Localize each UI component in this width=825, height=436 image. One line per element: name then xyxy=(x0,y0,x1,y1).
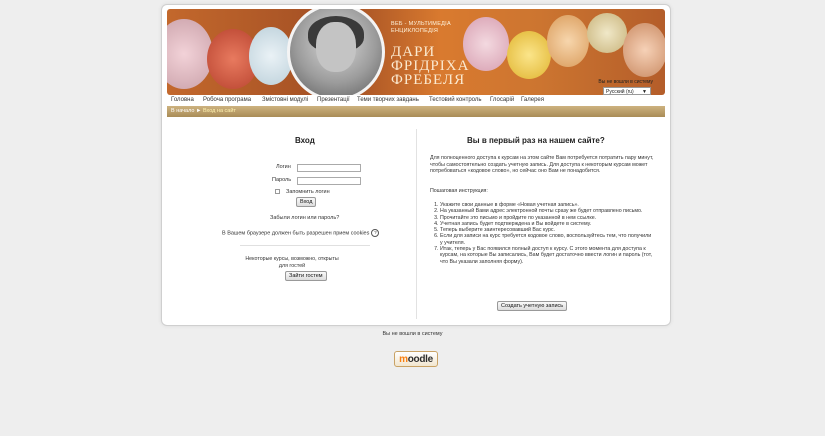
signup-steps-title: Пошаговая инструкция: xyxy=(430,188,488,194)
help-icon[interactable]: ? xyxy=(371,229,380,237)
list-item: Итак, теперь у Вас появился полный досту… xyxy=(440,246,654,265)
language-select-value: Русский (ru) xyxy=(606,89,634,95)
lantern-decoration xyxy=(547,15,589,67)
password-field[interactable] xyxy=(297,177,361,185)
moodle-logo[interactable]: moodle xyxy=(394,351,438,367)
banner-title-line3: ФРЕБЕЛЯ xyxy=(391,72,466,88)
page-container: ВЕБ - МУЛЬТИМЕДІА ЕНЦИКЛОПЕДІЯ ДАРИ ФРІД… xyxy=(161,4,671,326)
lantern-decoration xyxy=(587,13,627,53)
guest-note: Некоторые курсы, возможно, открыты для г… xyxy=(245,256,339,269)
main-nav: Головна Робоча програма Змістовні модулі… xyxy=(167,96,665,105)
banner-title-line2: ФРІДРІХА xyxy=(391,58,470,74)
portrait-image xyxy=(287,9,385,95)
header-login-info: Вы не вошли в систему xyxy=(598,79,653,85)
breadcrumb-current: Вход на сайт xyxy=(202,108,236,114)
nav-item-modules[interactable]: Змістовні модулі xyxy=(262,97,308,103)
banner-subtitle: ВЕБ - МУЛЬТИМЕДІА ЕНЦИКЛОПЕДІЯ xyxy=(391,21,471,35)
list-item: На указанный Вами адрес электронной почт… xyxy=(440,208,654,214)
footer-login-info: Вы не вошли в систему xyxy=(382,331,443,337)
banner-title: ДАРИ ФРІДРІХА ФРЕБЕЛЯ xyxy=(391,44,511,88)
signup-intro: Для полноценного доступа к курсам на это… xyxy=(430,155,654,175)
login-button[interactable]: Вход xyxy=(296,197,317,207)
forgot-password-link[interactable]: Забыли логин или пароль? xyxy=(270,215,339,221)
nav-item-gallery[interactable]: Галерея xyxy=(521,97,544,103)
login-title: Вход xyxy=(295,136,315,145)
remember-checkbox[interactable] xyxy=(275,189,280,194)
username-label: Логин xyxy=(276,164,291,170)
nav-item-glossary[interactable]: Глосарій xyxy=(490,97,514,103)
column-divider xyxy=(416,129,417,319)
portrait-face xyxy=(316,22,356,72)
remember-label: Запомнить логин xyxy=(286,189,330,195)
nav-item-presentations[interactable]: Презентації xyxy=(317,97,350,103)
cookies-note-text: В Вашем браузере должен быть разрешен пр… xyxy=(222,230,370,237)
lantern-decoration xyxy=(507,31,551,79)
chevron-down-icon: ▼ xyxy=(642,89,647,95)
signup-title: Вы в первый раз на нашем сайте? xyxy=(467,136,605,145)
signup-steps-list: Укажите свои данные в форме «Новая учетн… xyxy=(430,202,654,265)
banner-subtitle-line1: ВЕБ - МУЛЬТИМЕДІА xyxy=(391,21,451,27)
create-account-button[interactable]: Создать учетную запись xyxy=(497,301,568,311)
breadcrumb: В начало ► Вход на сайт xyxy=(167,106,665,117)
moodle-logo-rest: oodle xyxy=(407,354,433,365)
username-field[interactable] xyxy=(297,164,361,172)
nav-item-home[interactable]: Головна xyxy=(171,97,194,103)
lantern-decoration xyxy=(623,23,665,77)
breadcrumb-separator-icon: ► xyxy=(195,108,202,114)
login-divider xyxy=(240,245,370,246)
header-banner: ВЕБ - МУЛЬТИМЕДІА ЕНЦИКЛОПЕДІЯ ДАРИ ФРІД… xyxy=(167,9,665,95)
nav-item-test[interactable]: Тестовий контроль xyxy=(429,97,482,103)
nav-item-creative-topics[interactable]: Теми творчих завдань xyxy=(357,97,419,103)
password-label: Пароль xyxy=(272,177,292,183)
cookies-note: В Вашем браузере должен быть разрешен пр… xyxy=(222,229,380,237)
list-item: Если для записи на курс требуется кодово… xyxy=(440,233,654,246)
breadcrumb-home-link[interactable]: В начало xyxy=(171,108,194,114)
guest-login-button[interactable]: Зайти гостем xyxy=(285,271,327,281)
nav-item-program[interactable]: Робоча програма xyxy=(203,97,251,103)
banner-title-line1: ДАРИ xyxy=(391,44,436,60)
language-select[interactable]: Русский (ru) ▼ xyxy=(603,87,651,95)
banner-subtitle-line2: ЕНЦИКЛОПЕДІЯ xyxy=(391,28,439,34)
lantern-decoration xyxy=(167,19,213,89)
moodle-logo-m: m xyxy=(399,354,408,365)
